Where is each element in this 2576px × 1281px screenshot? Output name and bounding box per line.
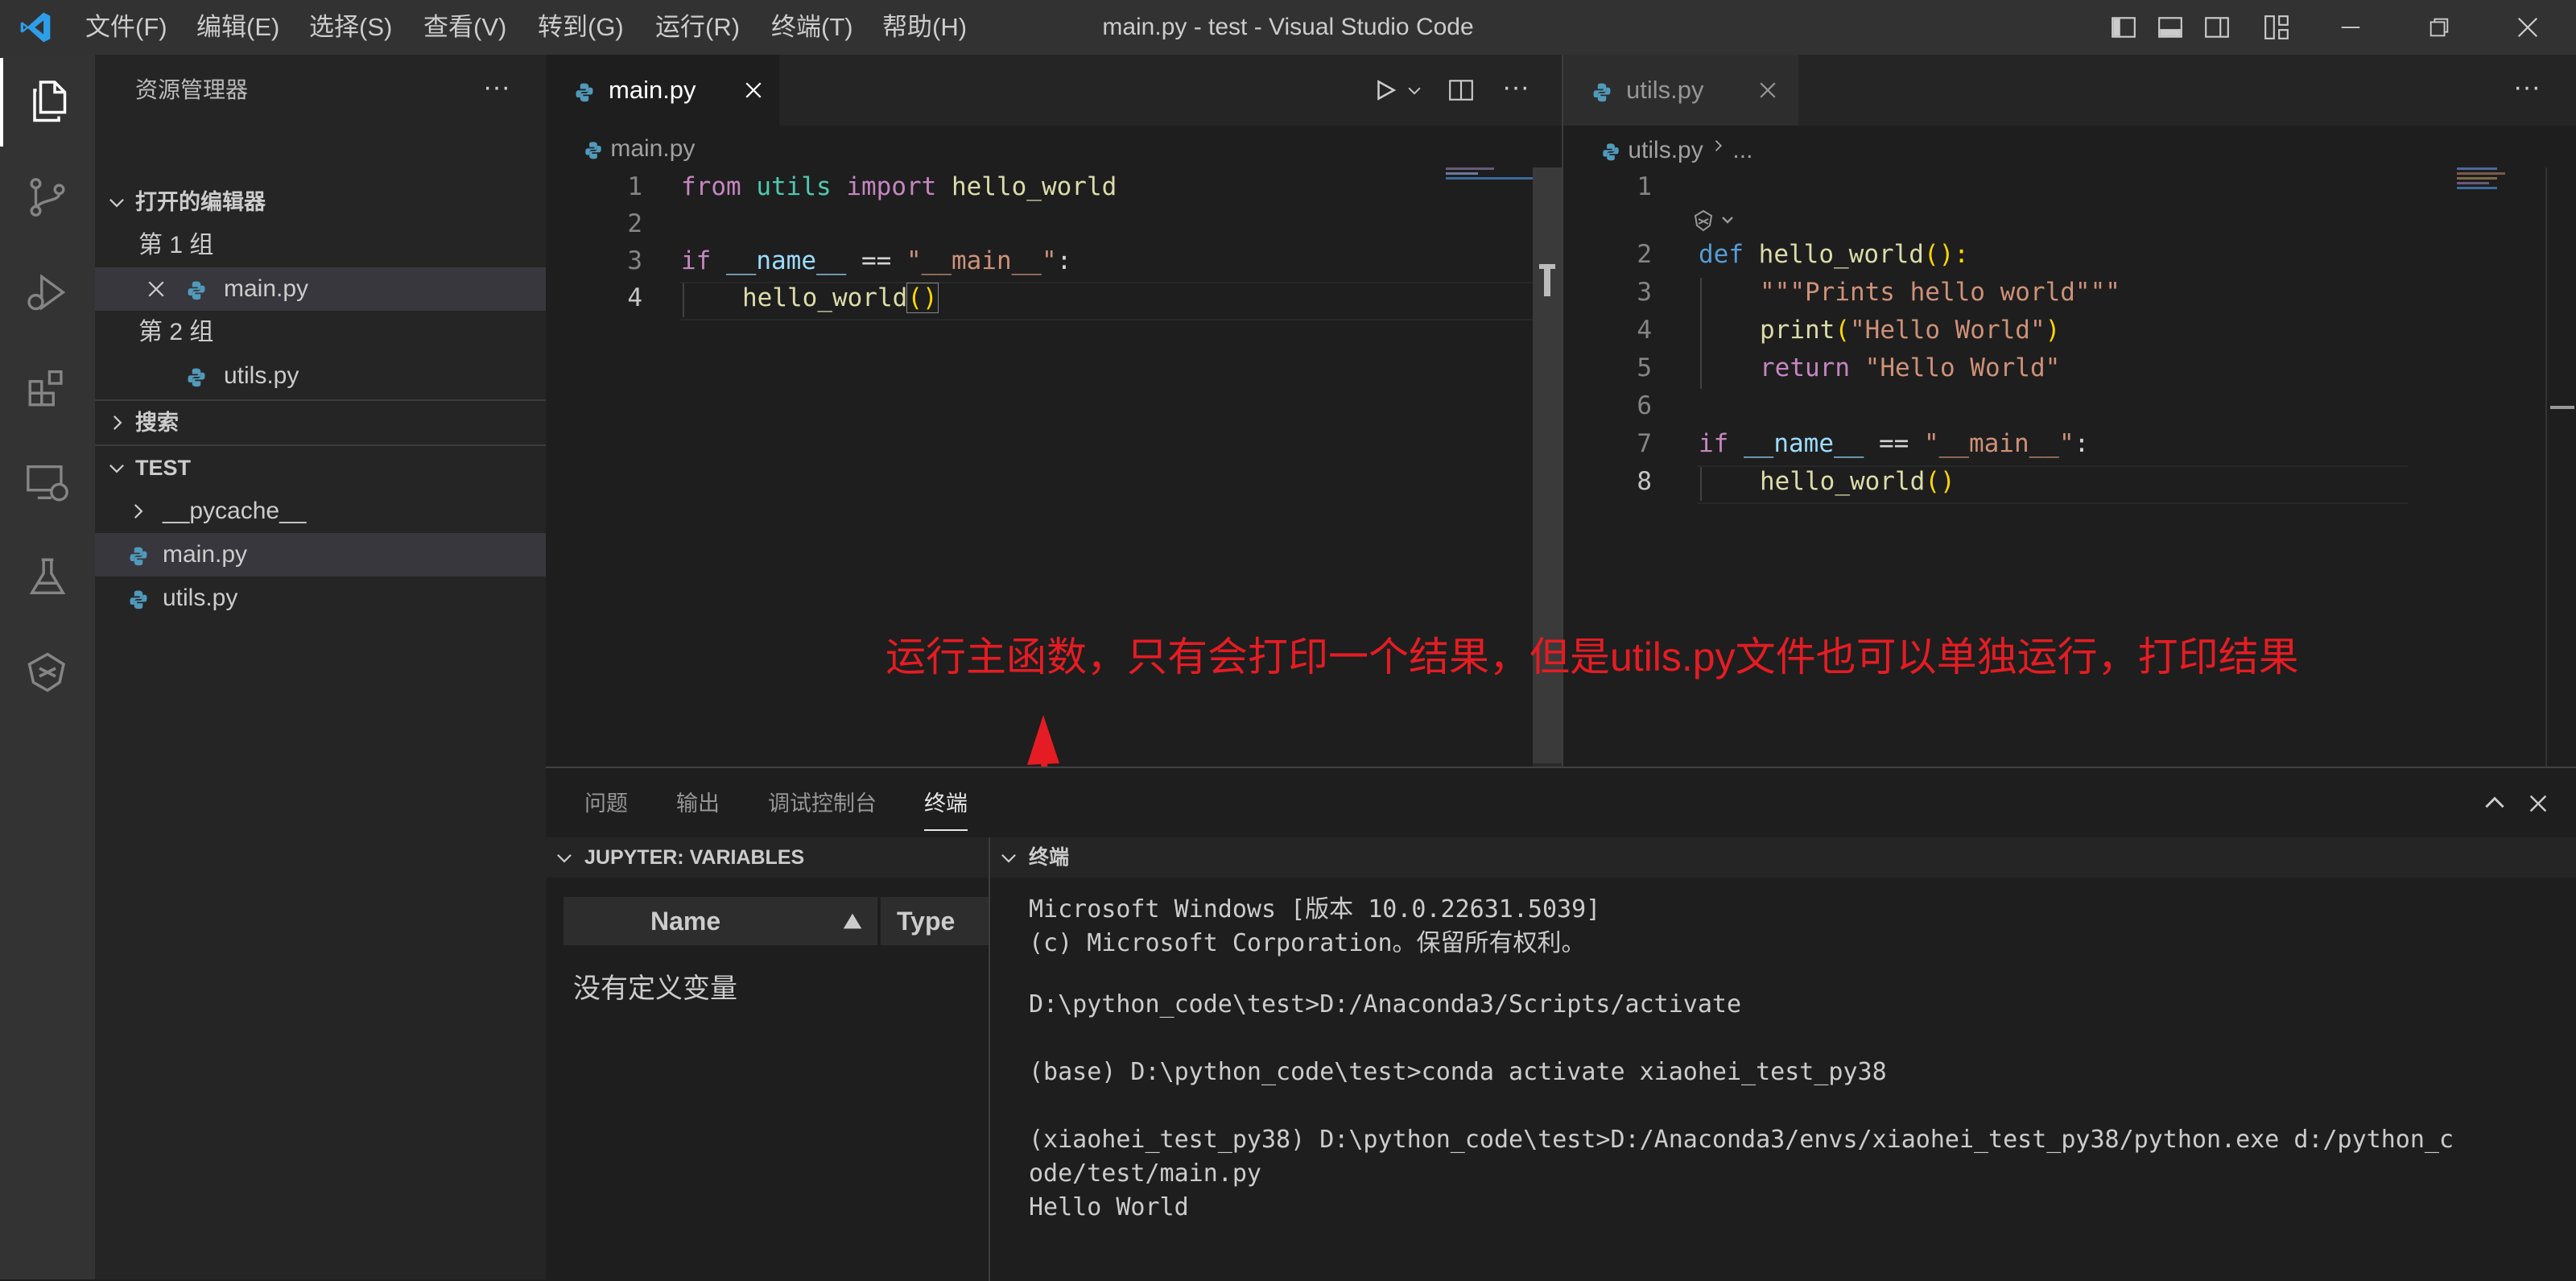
no-variables-message: 没有定义变量 — [573, 973, 737, 1004]
terminal-output[interactable]: Microsoft Windows [版本 10.0.22631.5039] (… — [990, 878, 2576, 1281]
terminal-line: Microsoft Windows [版本 10.0.22631.5039] — [1029, 895, 1601, 924]
maximize-panel-icon[interactable] — [2481, 768, 2508, 843]
terminal-header[interactable]: 终端 — [990, 837, 2576, 878]
terminal-line: (xiaohei_test_py38) D:\python_code\test>… — [1029, 1126, 2454, 1154]
column-header-type[interactable]: Type — [881, 897, 989, 945]
terminal-header-label: 终端 — [1029, 846, 1070, 869]
terminal-line: (base) D:\python_code\test>conda activat… — [1029, 1058, 1887, 1086]
terminal-line: (c) Microsoft Corporation。保留所有权利。 — [1029, 929, 1586, 957]
close-panel-icon[interactable] — [2526, 768, 2550, 843]
tab-terminal[interactable]: 终端 — [924, 768, 968, 831]
column-header-name[interactable]: Name — [564, 897, 877, 945]
bottom-panel: 问题 输出 调试控制台 终端 JUPYTER: VARIABLES Name T… — [546, 767, 2576, 1281]
jupyter-variables-pane: JUPYTER: VARIABLES Name Type 没有定义变量 — [546, 837, 989, 1281]
terminal-line: D:\python_code\test>D:/Anaconda3/Scripts… — [1029, 990, 1742, 1019]
variables-header-label: JUPYTER: VARIABLES — [584, 846, 805, 869]
chevron-down-icon — [998, 837, 1019, 882]
terminal-line: Hello World — [1029, 1193, 1189, 1221]
tab-debug-console[interactable]: 调试控制台 — [768, 768, 877, 839]
terminal-line: ode/test/main.py — [1029, 1159, 1261, 1188]
tab-output[interactable]: 输出 — [676, 768, 720, 839]
tab-problems[interactable]: 问题 — [584, 768, 628, 839]
chevron-down-icon — [554, 837, 575, 882]
variables-header[interactable]: JUPYTER: VARIABLES — [546, 837, 989, 878]
sort-ascending-icon[interactable] — [840, 897, 865, 949]
